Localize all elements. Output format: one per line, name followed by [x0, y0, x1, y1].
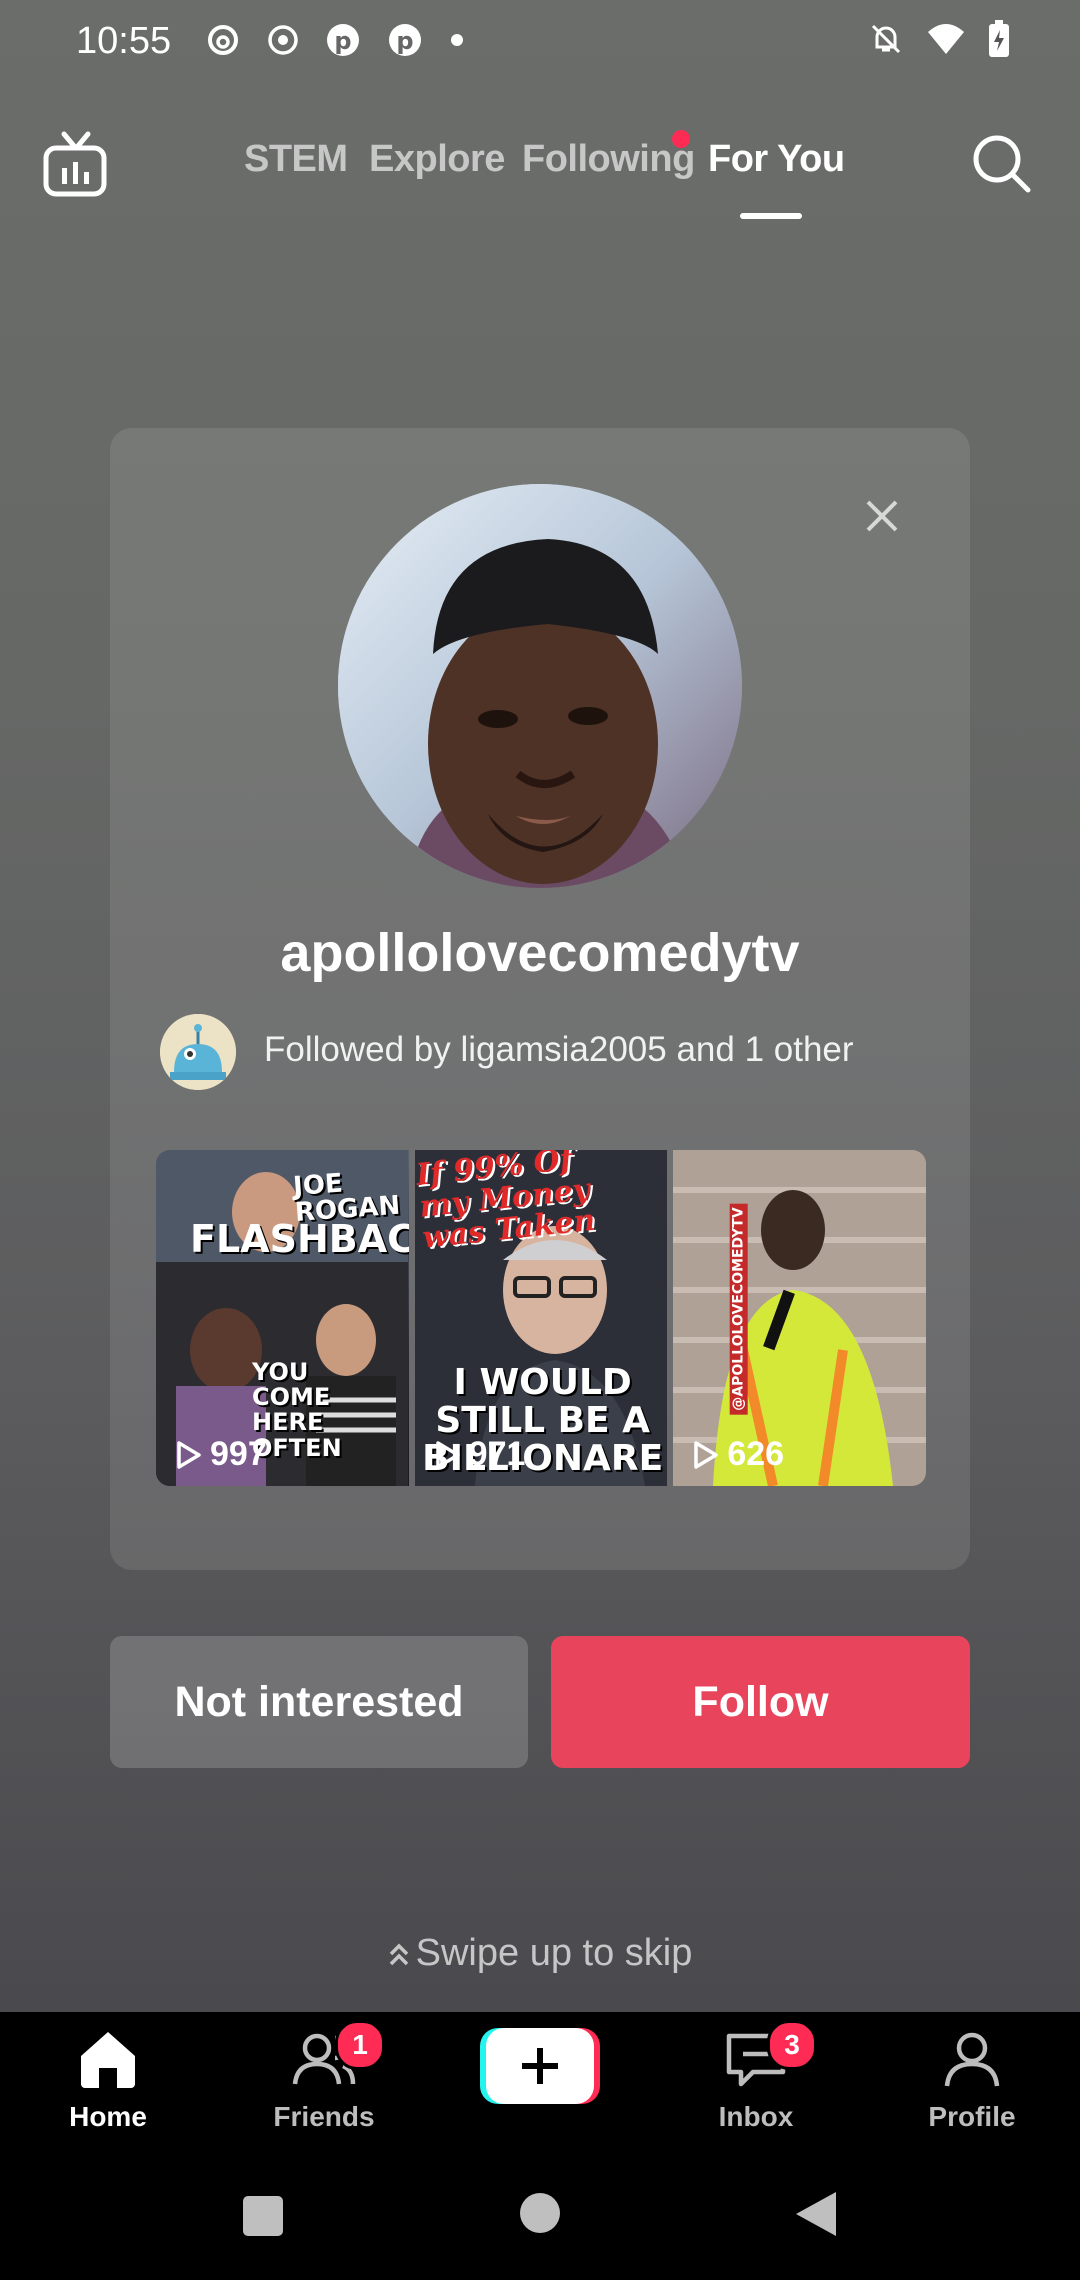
friends-badge: 1	[335, 2020, 385, 2070]
status-system-icons	[868, 20, 1010, 63]
view-count: 997	[176, 1435, 267, 1474]
nav-friends[interactable]: Friends 1	[249, 2020, 399, 2133]
follower-avatar	[160, 1014, 236, 1090]
status-time: 10:55	[76, 20, 172, 62]
record-icon	[267, 24, 299, 61]
video-previews: JOE ROGAN FLASHBACK YOU COME HERE OFTEN …	[156, 1150, 926, 1486]
tab-explore[interactable]: Explore	[369, 138, 505, 181]
nav-profile[interactable]: Profile	[897, 2028, 1047, 2133]
dot-icon	[449, 32, 465, 53]
play-icon	[177, 1440, 201, 1469]
create-button[interactable]	[480, 2026, 600, 2106]
tab-stem[interactable]: STEM	[244, 138, 348, 181]
pinterest-icon: p	[325, 22, 361, 63]
status-notification-icons: p p	[205, 22, 465, 63]
home-icon	[81, 2032, 135, 2088]
wifi-icon	[926, 22, 966, 61]
thumb-overlay-bottom: YOU COME HERE OFTEN	[252, 1358, 342, 1462]
video-thumbnail[interactable]: JOE ROGAN FLASHBACK YOU COME HERE OFTEN …	[156, 1150, 409, 1486]
recents-icon[interactable]	[240, 2193, 286, 2239]
view-count-value: 626	[727, 1435, 785, 1473]
battery-charging-icon	[988, 20, 1010, 63]
nav-home[interactable]: Home	[33, 2028, 183, 2133]
system-nav-bar	[0, 2157, 1080, 2280]
swipe-hint-text: Swipe up to skip	[415, 1932, 693, 1974]
tab-following[interactable]: Following	[522, 138, 695, 181]
nav-friends-label: Friends	[273, 2101, 375, 2132]
play-icon	[694, 1440, 719, 1469]
view-count-value: 997	[210, 1435, 267, 1473]
video-thumbnail[interactable]: If 99% Of my Money was Taken I WOULD STI…	[414, 1150, 668, 1486]
tab-for-you[interactable]: For You	[708, 138, 845, 181]
thumb-overlay-mid: FLASHBACK	[190, 1217, 409, 1261]
threads-icon	[205, 22, 241, 63]
following-notification-dot	[672, 130, 690, 148]
view-count-value: 971	[468, 1435, 526, 1473]
search-icon[interactable]	[970, 132, 1034, 196]
double-chevron-up-icon	[389, 1943, 408, 1966]
view-count: 971	[435, 1435, 526, 1474]
bottom-nav: Home Friends 1 Inbox 3 Profile	[0, 2012, 1080, 2157]
status-bar: 10:55 p p	[0, 0, 1080, 90]
nav-inbox-label: Inbox	[718, 2101, 794, 2132]
swipe-hint: Swipe up to skip	[0, 1932, 1080, 1975]
inbox-badge: 3	[767, 2020, 817, 2070]
not-interested-button[interactable]: Not interested	[110, 1636, 528, 1768]
active-tab-indicator	[740, 213, 802, 219]
back-icon[interactable]	[792, 2189, 840, 2239]
svg-text:p: p	[396, 27, 413, 55]
home-circle-icon[interactable]	[518, 2191, 562, 2235]
nav-home-label: Home	[69, 2101, 147, 2132]
nav-profile-label: Profile	[928, 2101, 1016, 2132]
close-icon[interactable]	[860, 494, 904, 538]
video-thumbnail[interactable]: @APOLLOLOVECOMEDYTV 626	[673, 1150, 926, 1486]
plus-icon	[480, 2028, 600, 2104]
feed-tabs: STEM Explore Following For You	[0, 138, 1080, 198]
svg-text:p: p	[334, 27, 351, 55]
mute-icon	[868, 21, 904, 62]
nav-inbox[interactable]: Inbox 3	[681, 2020, 831, 2133]
thumb-overlay-top: If 99% Of my Money was Taken	[414, 1150, 597, 1256]
thumb-overlay-side: @APOLLOLOVECOMEDYTV	[730, 1203, 749, 1415]
avatar[interactable]	[338, 484, 742, 888]
profile-icon	[944, 2032, 1000, 2087]
followed-by-text: Followed by ligamsia2005 and 1 other	[264, 1030, 854, 1069]
follow-button[interactable]: Follow	[551, 1636, 970, 1768]
pinterest-icon: p	[387, 22, 423, 63]
play-icon	[435, 1440, 460, 1469]
view-count: 626	[693, 1435, 784, 1474]
username[interactable]: apollolovecomedytv	[0, 922, 1080, 984]
